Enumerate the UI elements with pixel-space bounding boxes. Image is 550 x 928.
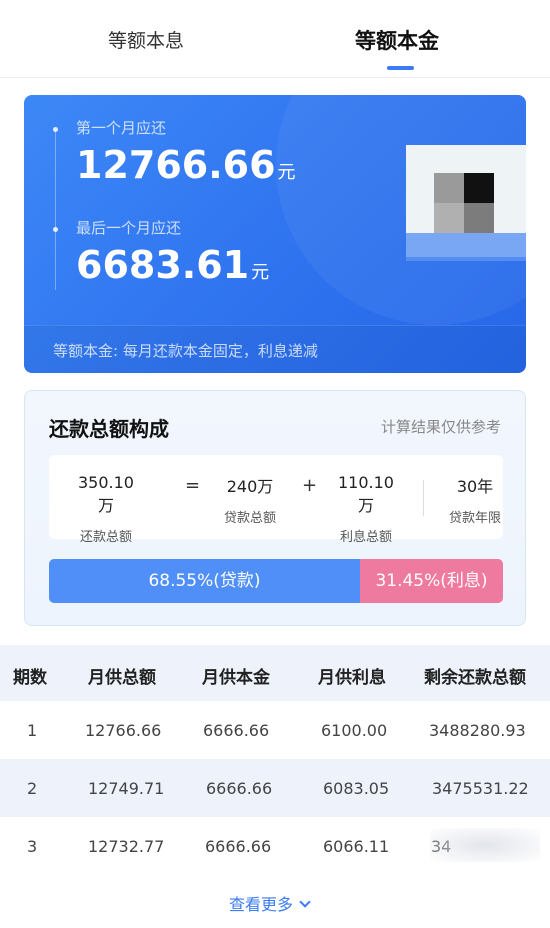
- total-repayment: 350.10万 还款总额: [71, 473, 141, 545]
- loan-total: 240万 贷款总额: [213, 473, 287, 526]
- tab-equal-principal[interactable]: 等额本金: [355, 25, 439, 55]
- plus-sign: +: [302, 475, 318, 496]
- qr-block: [434, 203, 464, 233]
- cell-monthly-principal: 6666.66: [205, 837, 272, 856]
- qr-block: [464, 203, 494, 233]
- cell-monthly-interest: 6066.11: [323, 837, 390, 856]
- payment-summary-card: 第一个月应还 12766.66 元 最后一个月应还 6683.61 元 等额本金: …: [24, 95, 526, 373]
- loan-term-label: 贷款年限: [448, 511, 501, 526]
- first-month-label: 第一个月应还: [76, 119, 167, 137]
- tab-bar: 等额本息 等额本金: [0, 0, 550, 78]
- chevron-down-icon: [299, 896, 311, 908]
- loan-total-value: 240万: [226, 477, 274, 496]
- interest-total-value: 110.10万: [338, 473, 394, 515]
- col-header-monthly-principal: 月供本金: [202, 668, 270, 688]
- timeline-line: [55, 130, 56, 290]
- last-month-value: 6683.61: [76, 243, 250, 287]
- cell-monthly-principal: 6666.66: [203, 721, 270, 740]
- cell-remaining: 3488280.93: [429, 721, 526, 740]
- interest-total: 110.10万 利息总额: [331, 473, 401, 545]
- interest-total-label: 利息总额: [339, 530, 392, 545]
- composition-title: 还款总额构成: [49, 417, 169, 441]
- composition-bar: 68.55%(贷款) 31.45%(利息): [49, 559, 503, 603]
- composition-formula: 350.10万 还款总额 = 240万 贷款总额 + 110.10万 利息总额 …: [49, 455, 503, 545]
- cell-remaining: 3475531.22: [432, 779, 529, 798]
- method-description: 等额本金: 每月还款本金固定，利息递减: [53, 342, 318, 360]
- active-tab-indicator: [387, 66, 414, 70]
- first-month-unit: 元: [277, 162, 296, 183]
- cell-monthly-principal: 6666.66: [206, 779, 273, 798]
- total-repayment-value: 350.10万: [78, 473, 134, 515]
- qr-block: [464, 173, 494, 203]
- divider: [423, 480, 424, 516]
- cell-monthly-interest: 6083.05: [323, 779, 390, 798]
- disclaimer-note: 计算结果仅供参考: [380, 418, 501, 436]
- cell-period: 3: [27, 837, 38, 856]
- table-row: 2 12749.71 6666.66 6083.05 3475531.22: [0, 759, 550, 817]
- qr-block: [434, 173, 464, 203]
- total-repayment-label: 还款总额: [79, 530, 132, 545]
- cell-period: 1: [27, 721, 38, 740]
- cell-period: 2: [27, 779, 38, 798]
- loan-share-segment: 68.55%(贷款): [49, 559, 360, 603]
- table-row: 1 12766.66 6666.66 6100.00 3488280.93: [0, 701, 550, 759]
- loan-term-value: 30年: [456, 477, 494, 496]
- loan-total-label: 贷款总额: [223, 511, 276, 526]
- tab-equal-installment[interactable]: 等额本息: [108, 26, 184, 53]
- last-month-amount: 6683.61 元: [76, 243, 269, 287]
- timeline-dot-first: [53, 127, 58, 132]
- first-month-value: 12766.66: [76, 143, 276, 187]
- qr-overlay: [406, 233, 526, 261]
- repayment-composition-card: 还款总额构成 计算结果仅供参考 350.10万 还款总额 = 240万 贷款总额…: [24, 390, 526, 626]
- loan-term: 30年 贷款年限: [443, 473, 507, 526]
- view-more-button[interactable]: 查看更多: [229, 891, 311, 915]
- first-month-amount: 12766.66 元: [76, 143, 296, 187]
- view-more-label: 查看更多: [229, 895, 294, 914]
- cell-monthly-total: 12749.71: [88, 779, 165, 798]
- cell-monthly-interest: 6100.00: [321, 721, 388, 740]
- hero-footer: 等额本金: 每月还款本金固定，利息递减: [24, 325, 526, 373]
- cell-monthly-total: 12766.66: [85, 721, 162, 740]
- last-month-unit: 元: [251, 262, 270, 283]
- col-header-monthly-total: 月供总额: [88, 668, 156, 688]
- timeline-dot-last: [53, 227, 58, 232]
- cell-monthly-total: 12732.77: [88, 837, 165, 856]
- col-header-remaining: 剩余还款总额: [424, 668, 526, 688]
- schedule-table-header: 期数 月供总额 月供本金 月供利息 剩余还款总额: [0, 645, 550, 701]
- equals-sign: =: [185, 475, 201, 496]
- obscured-region: [430, 828, 540, 862]
- interest-share-segment: 31.45%(利息): [360, 559, 503, 603]
- col-header-period: 期数: [13, 668, 47, 688]
- col-header-monthly-interest: 月供利息: [318, 668, 386, 688]
- last-month-label: 最后一个月应还: [76, 219, 182, 237]
